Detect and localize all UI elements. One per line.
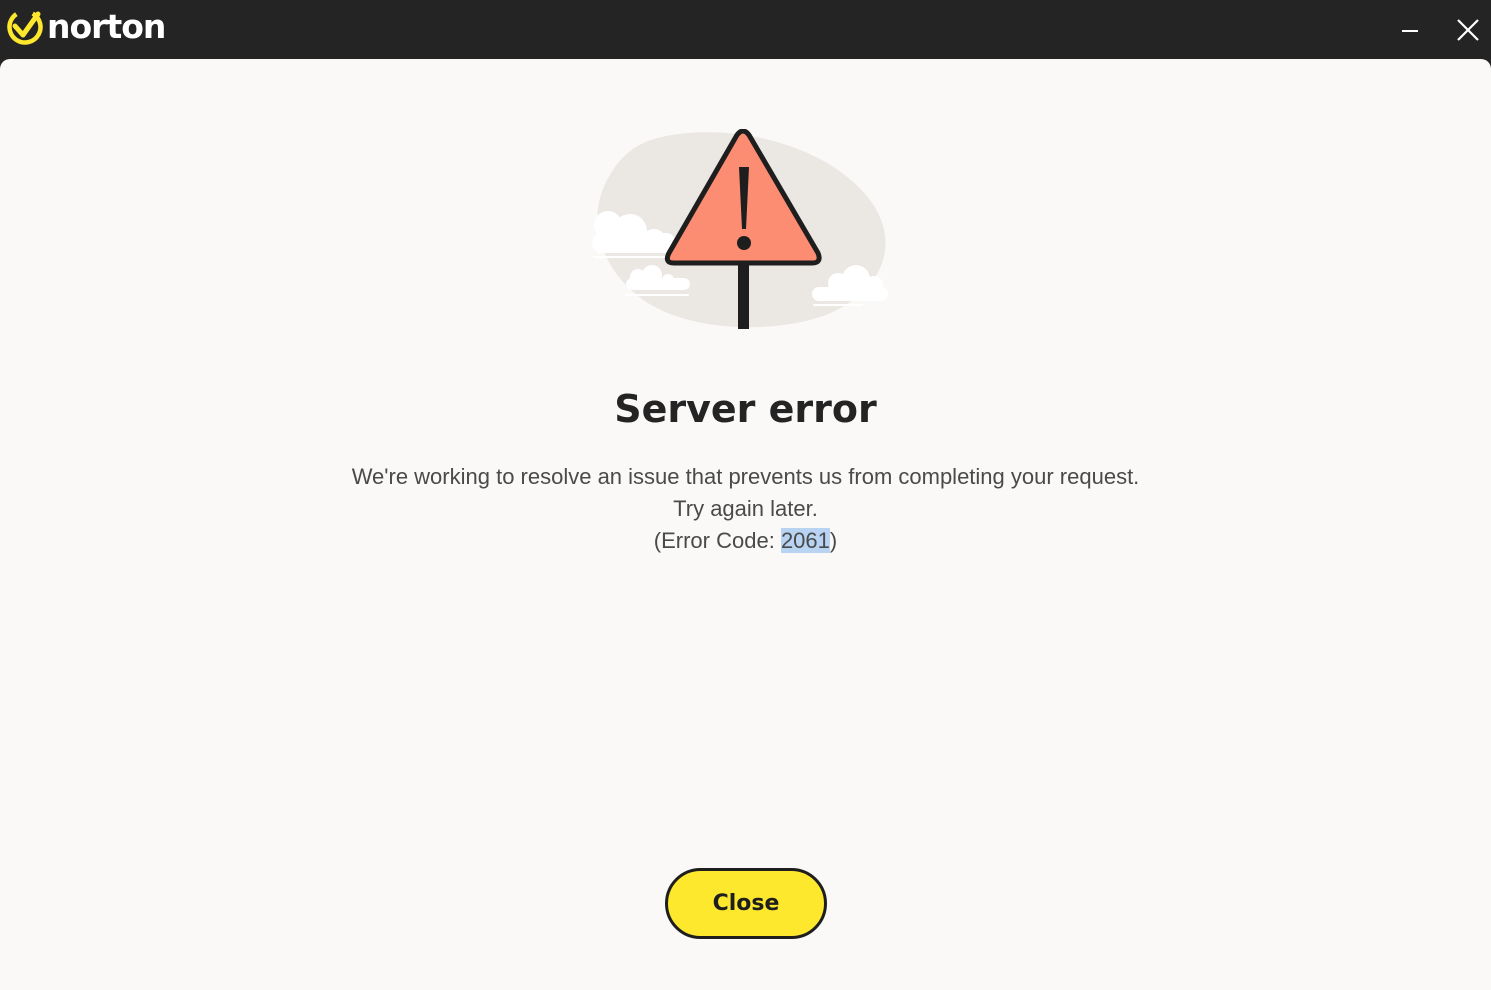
message-line-1: We're working to resolve an issue that p… <box>351 464 1140 489</box>
message-line-2: Try again later. <box>673 496 818 521</box>
error-message: We're working to resolve an issue that p… <box>0 461 1491 557</box>
error-code-suffix: ) <box>829 528 838 553</box>
error-code-value[interactable]: 2061 <box>780 528 830 553</box>
title-bar: norton <box>0 0 1491 59</box>
error-code-line: (Error Code: 2061) <box>0 525 1491 557</box>
warning-sign-icon <box>592 129 888 329</box>
window-close-button[interactable] <box>1440 0 1491 59</box>
dialog-title: Server error <box>614 387 877 431</box>
norton-check-icon <box>7 9 43 45</box>
minimize-icon <box>1402 29 1418 32</box>
minimize-button[interactable] <box>1382 0 1438 59</box>
brand-name: norton <box>47 7 166 46</box>
error-code-prefix: (Error Code: <box>653 528 781 553</box>
dialog-content: Server error We're working to resolve an… <box>0 59 1491 990</box>
norton-logo: norton <box>6 7 166 46</box>
close-icon <box>1457 18 1479 41</box>
close-button[interactable]: Close <box>665 868 827 939</box>
